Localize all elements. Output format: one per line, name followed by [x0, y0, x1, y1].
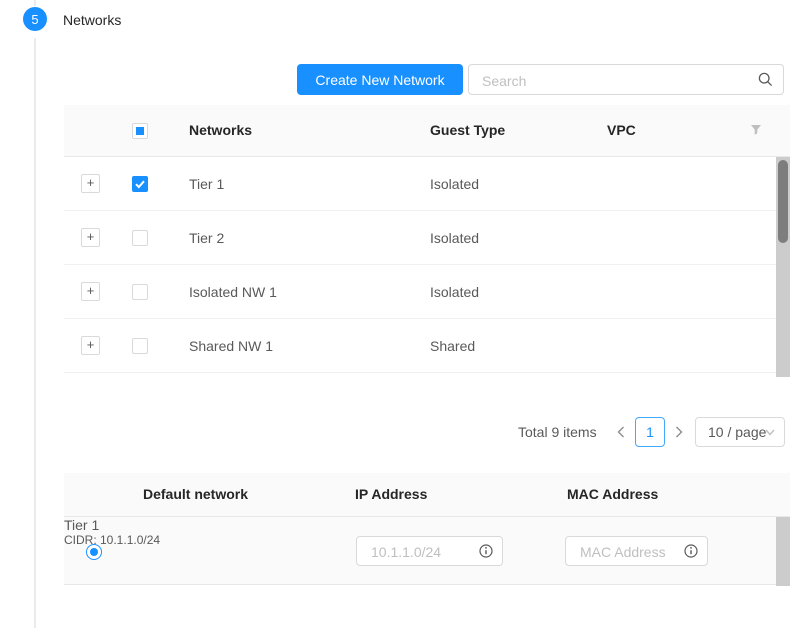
ip-address-field-wrapper: [356, 536, 503, 566]
chevron-left-icon: [617, 426, 625, 438]
page-size-select[interactable]: 10 / page: [695, 417, 785, 447]
table-row: + Isolated NW 1 Isolated: [64, 265, 776, 319]
search-input[interactable]: [480, 65, 754, 96]
table-row: + Shared NW 1 Shared: [64, 319, 776, 373]
page-size-value: 10 / page: [708, 418, 766, 446]
network-name-cell: Tier 1: [189, 176, 224, 192]
column-header-mac-address: MAC Address: [567, 486, 658, 502]
checkmark-icon: [133, 177, 147, 191]
column-header-networks: Networks: [189, 122, 252, 138]
info-icon[interactable]: [479, 544, 493, 558]
step-number: 5: [31, 12, 38, 27]
filter-icon[interactable]: [750, 124, 762, 136]
row-checkbox[interactable]: [132, 230, 148, 246]
search-icon[interactable]: [758, 72, 773, 87]
guest-type-cell: Isolated: [430, 230, 479, 246]
network-name-cell: Isolated NW 1: [189, 284, 277, 300]
info-icon[interactable]: [684, 544, 698, 558]
networks-wizard-step: 5 Networks Create New Network Networks G…: [0, 0, 805, 628]
guest-type-cell: Shared: [430, 338, 475, 354]
row-checkbox[interactable]: [132, 284, 148, 300]
mac-address-input[interactable]: [578, 537, 679, 567]
expand-row-button[interactable]: +: [81, 228, 100, 247]
step-title: Networks: [63, 12, 121, 28]
expand-row-button[interactable]: +: [81, 282, 100, 301]
expand-row-button[interactable]: +: [81, 174, 100, 193]
networks-table-header: Networks Guest Type VPC: [64, 105, 790, 157]
table-row: + Tier 1 Isolated: [64, 157, 776, 211]
next-page-button[interactable]: [670, 417, 688, 447]
default-network-row: Tier 1 CIDR: 10.1.1.0/24: [64, 517, 776, 585]
mac-address-field-wrapper: [565, 536, 708, 566]
pagination-total-label: Total 9 items: [518, 417, 597, 447]
default-network-name: Tier 1: [64, 517, 776, 533]
previous-page-button[interactable]: [612, 417, 630, 447]
step-connector-line-top: [34, 0, 36, 6]
page-number-button[interactable]: 1: [635, 417, 665, 447]
step-number-badge: 5: [23, 7, 47, 31]
guest-type-cell: Isolated: [430, 176, 479, 192]
default-network-table-header: Default network IP Address MAC Address: [64, 473, 790, 517]
guest-type-cell: Isolated: [430, 284, 479, 300]
select-all-checkbox[interactable]: [132, 123, 148, 139]
chevron-right-icon: [675, 426, 683, 438]
create-new-network-button[interactable]: Create New Network: [297, 64, 463, 95]
table-row: + Tier 2 Isolated: [64, 211, 776, 265]
expand-row-button[interactable]: +: [81, 336, 100, 355]
default-network-radio[interactable]: [86, 544, 102, 560]
step-connector-line-bottom: [34, 38, 36, 628]
column-header-vpc: VPC: [607, 122, 636, 138]
column-header-guest-type: Guest Type: [430, 122, 505, 138]
column-header-default-network: Default network: [143, 486, 248, 502]
search-box[interactable]: [468, 64, 784, 95]
scrollbar-track[interactable]: [776, 517, 790, 586]
row-checkbox[interactable]: [132, 338, 148, 354]
network-name-cell: Tier 2: [189, 230, 224, 246]
column-header-ip-address: IP Address: [355, 486, 427, 502]
chevron-down-icon: [765, 429, 775, 436]
network-name-cell: Shared NW 1: [189, 338, 273, 354]
ip-address-input[interactable]: [369, 537, 474, 567]
row-checkbox[interactable]: [132, 176, 148, 192]
scrollbar-thumb[interactable]: [778, 160, 788, 243]
scrollbar-track[interactable]: [776, 157, 790, 377]
pagination: Total 9 items 1 10 / page: [0, 417, 805, 447]
